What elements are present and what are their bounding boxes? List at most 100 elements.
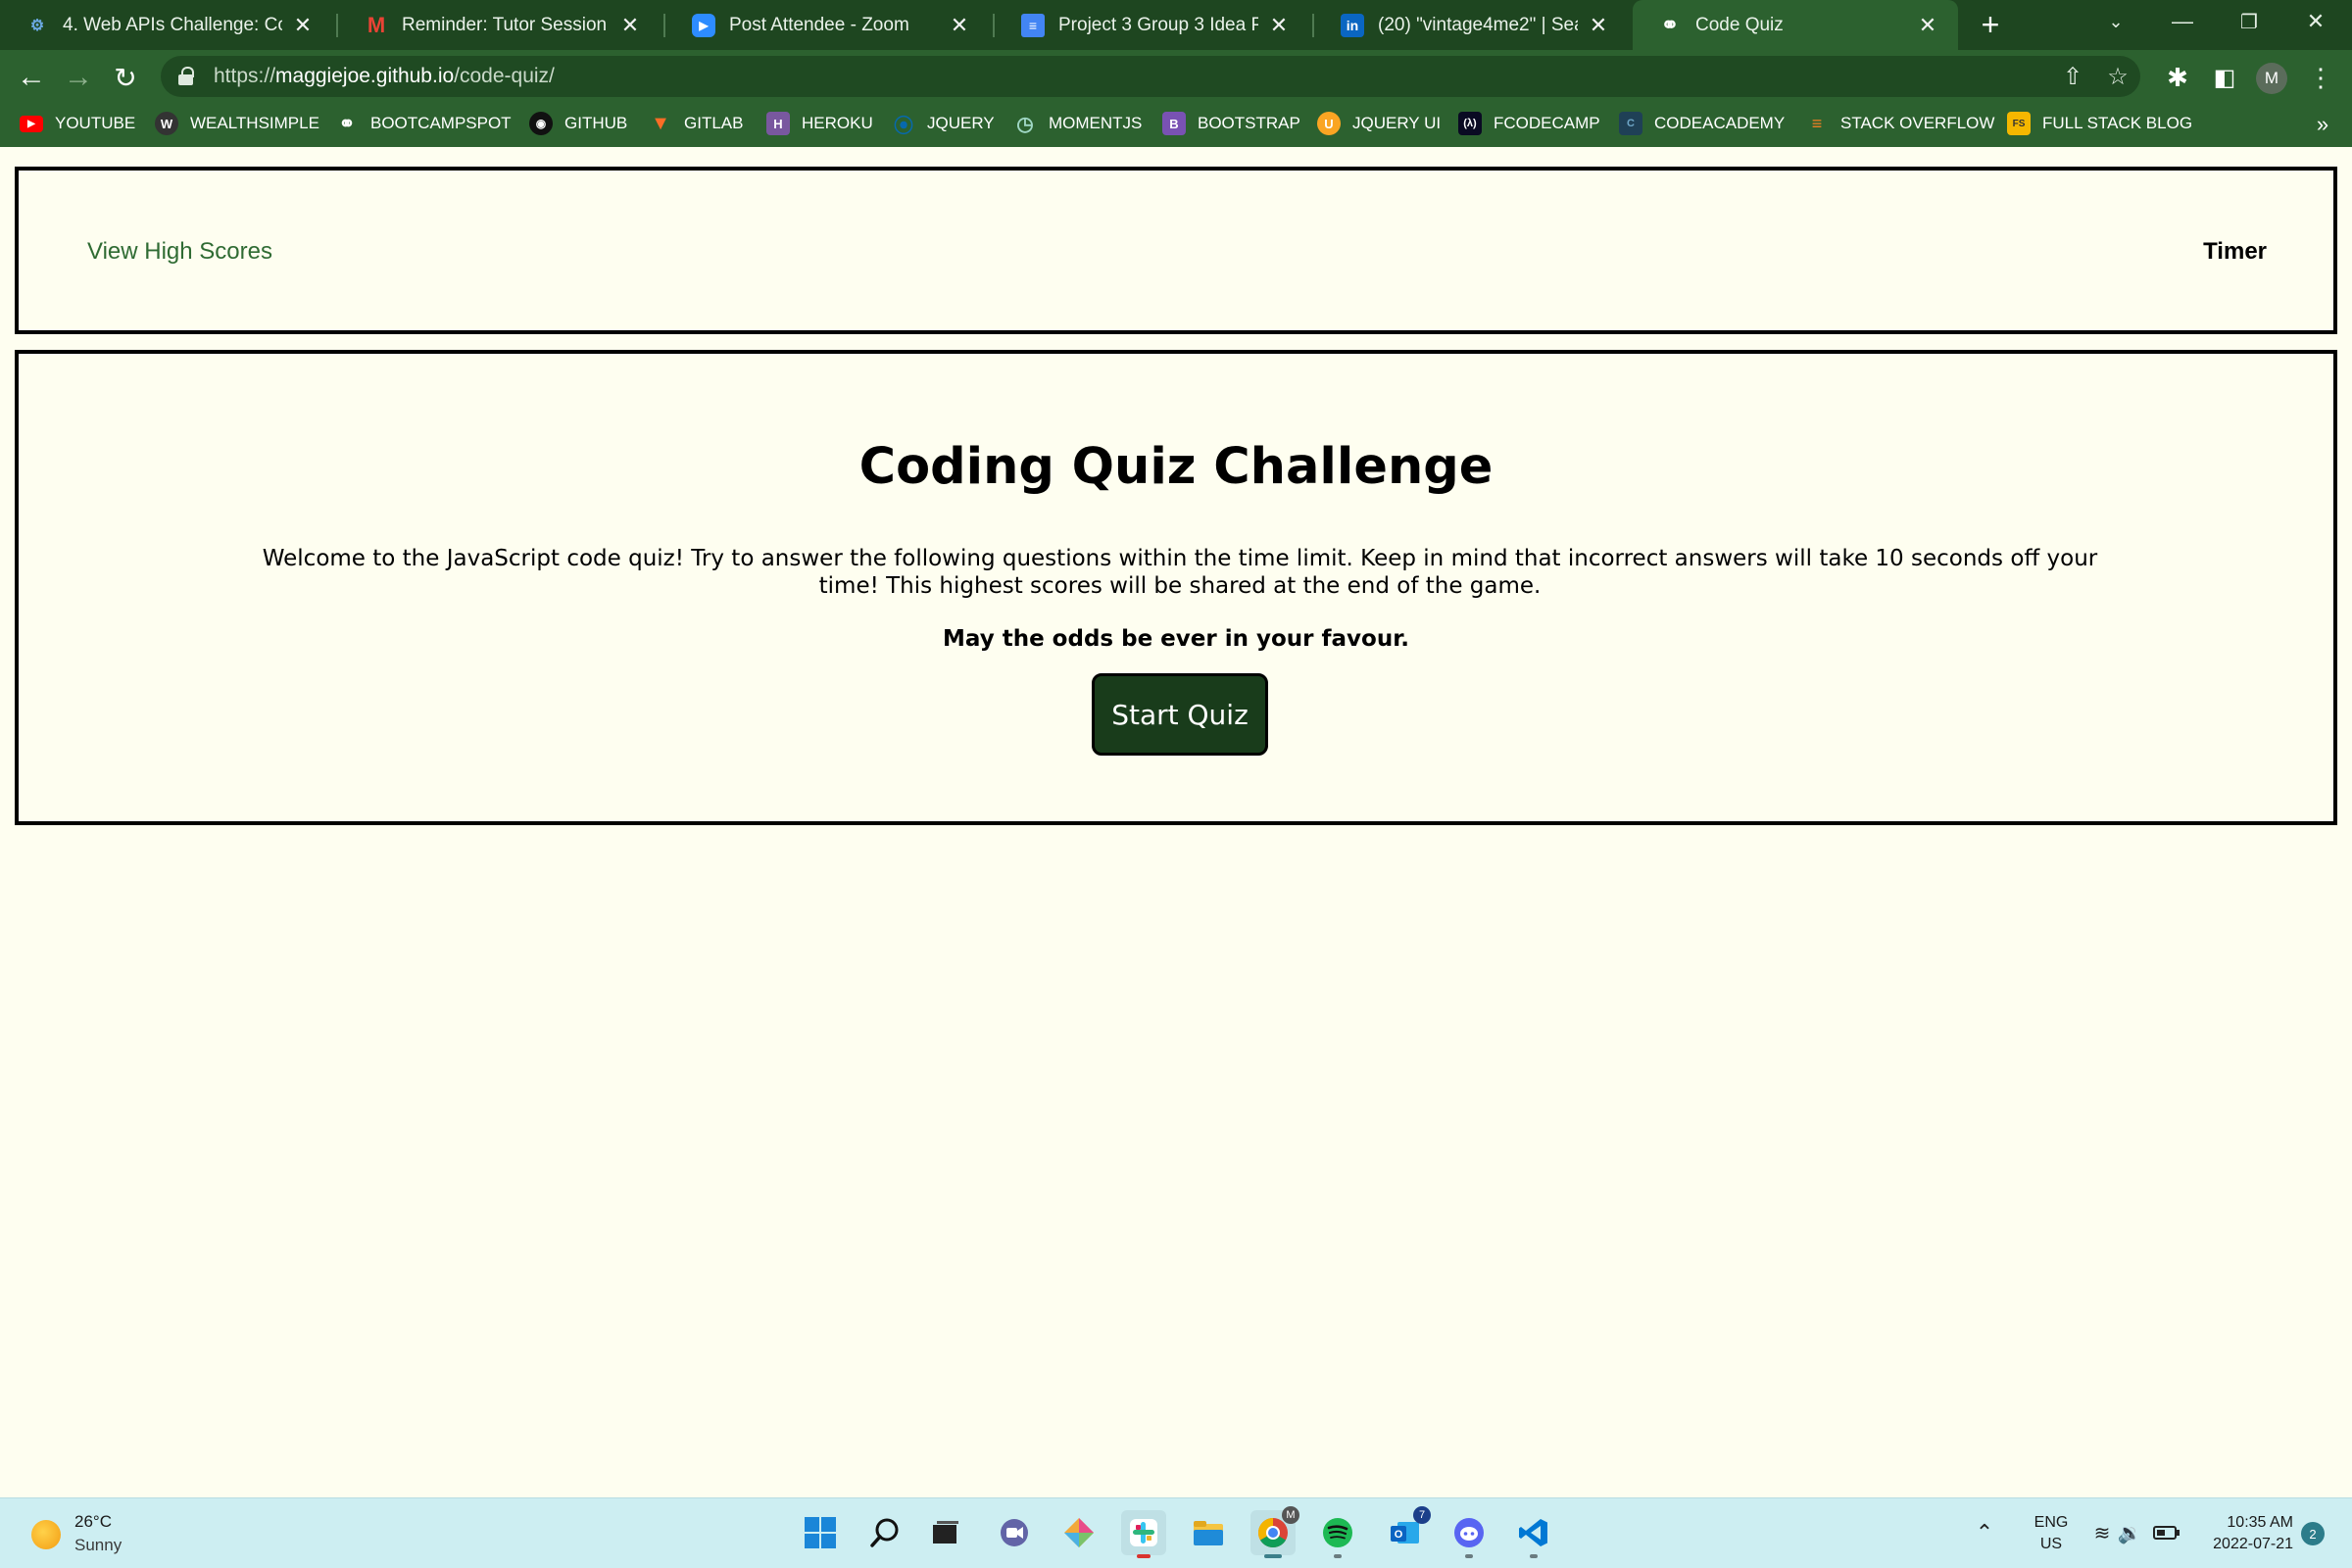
bookmark-youtube[interactable]: ▶ YOUTUBE [20, 104, 135, 143]
search-icon[interactable] [862, 1510, 907, 1555]
close-icon[interactable]: ✕ [947, 13, 972, 38]
spotify-icon[interactable] [1315, 1510, 1360, 1558]
url-host: maggiejoe.github.io [275, 65, 455, 87]
tab-title: (20) "vintage4me2" | Search | [1378, 14, 1578, 35]
quiz-intro-card: Coding Quiz Challenge Welcome to the Jav… [15, 350, 2337, 825]
close-icon[interactable]: ✕ [1915, 13, 1940, 38]
weather-condition[interactable]: Sunny [74, 1536, 122, 1555]
gmail-icon: M [367, 12, 386, 37]
tab-zoom[interactable]: ▶ Post Attendee - Zoom ✕ [666, 0, 990, 50]
side-panel-icon[interactable]: ◧ [2205, 58, 2244, 97]
url-text[interactable]: https://maggiejoe.github.io/code-quiz/ [214, 65, 555, 88]
running-indicator [1334, 1554, 1342, 1558]
bookmark-label: BOOTCAMPSPOT [370, 114, 512, 132]
close-icon[interactable]: ✕ [290, 13, 316, 38]
start-quiz-button[interactable]: Start Quiz [1092, 673, 1268, 756]
close-icon[interactable]: ✕ [1586, 13, 1611, 38]
teams-chat-icon[interactable] [992, 1510, 1037, 1555]
back-arrow-icon[interactable]: ← [12, 58, 51, 97]
view-high-scores-link[interactable]: View High Scores [87, 238, 272, 266]
bookmark-wealthsimple[interactable]: W WEALTHSIMPLE [155, 104, 319, 143]
bookmark-label: JQUERY UI [1352, 114, 1442, 132]
extensions-puzzle-icon[interactable]: ✱ [2158, 58, 2197, 97]
bookmark-label: CODEACADEMY [1654, 114, 1786, 132]
globe-icon: ⚭ [338, 113, 356, 135]
discord-icon[interactable] [1446, 1510, 1492, 1558]
bookmark-label: FULL STACK BLOG [2042, 114, 2193, 132]
bookmark-bootstrap[interactable]: B BOOTSTRAP [1162, 104, 1300, 143]
fullstack-icon: FS [2007, 112, 2031, 135]
show-hidden-icons-chevron-icon[interactable]: ⌃ [1962, 1510, 2007, 1555]
sun-weather-icon[interactable] [31, 1520, 61, 1549]
more-bookmarks-chevron-icon[interactable]: » [2308, 110, 2337, 139]
window-close-icon[interactable]: ✕ [2283, 0, 2348, 43]
github-icon: ◉ [529, 112, 553, 135]
youtube-icon: ▶ [20, 115, 43, 132]
system-clock[interactable]: 10:35 AM 2022-07-21 [2199, 1512, 2293, 1555]
browser-toolbar: ← → ↻ https://maggiejoe.github.io/code-q… [0, 50, 2352, 104]
restore-icon[interactable]: ❐ [2217, 0, 2281, 43]
outlook-unread-badge: 7 [1413, 1506, 1431, 1524]
quiz-title: Coding Quiz Challenge [858, 438, 1494, 496]
kebab-menu-icon[interactable]: ⋮ [2301, 58, 2340, 97]
bookmark-jquery[interactable]: ⦿ JQUERY [892, 104, 995, 143]
bootcamp-icon: ⚙ [29, 17, 45, 34]
bookmark-label: MOMENTJS [1049, 114, 1143, 132]
bookmark-github[interactable]: ◉ GITHUB [529, 104, 627, 143]
page-viewport: View High Scores Timer Coding Quiz Chall… [0, 147, 2352, 1497]
file-explorer-icon[interactable] [1186, 1510, 1231, 1555]
wealthsimple-icon: W [155, 112, 178, 135]
tab-linkedin-search[interactable]: in (20) "vintage4me2" | Search | ✕ [1315, 0, 1629, 50]
battery-icon[interactable] [2144, 1510, 2189, 1555]
bookmark-star-icon[interactable]: ☆ [2101, 60, 2134, 93]
bookmark-label: STACK OVERFLOW [1840, 114, 1995, 132]
tab-code-quiz[interactable]: ⚭ Code Quiz ✕ [1633, 0, 1958, 50]
app-diamond-icon[interactable] [1056, 1510, 1102, 1555]
tab-gmail-reminder[interactable]: M Reminder: Tutor Session with ✕ [339, 0, 661, 50]
bookmark-label: HEROKU [802, 114, 873, 132]
quiz-header: View High Scores Timer [15, 167, 2337, 334]
windows-start-icon[interactable] [798, 1510, 843, 1555]
language-code: ENG [2034, 1514, 2069, 1531]
bookmark-jquery-ui[interactable]: U JQUERY UI [1317, 104, 1441, 143]
bookmark-bootcampspot[interactable]: ⚭ BOOTCAMPSPOT [335, 104, 512, 143]
vscode-icon[interactable] [1511, 1510, 1556, 1558]
timer-label: Timer [2203, 238, 2267, 265]
minimize-icon[interactable]: — [2150, 0, 2215, 43]
svg-text:O: O [1395, 1529, 1403, 1541]
address-bar[interactable]: https://maggiejoe.github.io/code-quiz/ ⇧… [161, 56, 2140, 97]
notification-count-badge[interactable]: 2 [2301, 1522, 2325, 1545]
bookmark-stack-overflow[interactable]: ≡ STACK OVERFLOW [1805, 104, 1995, 143]
bookmark-codecademy[interactable]: C CODEACADEMY [1619, 104, 1785, 143]
slack-icon[interactable] [1121, 1510, 1166, 1558]
share-icon[interactable]: ⇧ [2056, 60, 2089, 93]
close-icon[interactable]: ✕ [617, 13, 643, 38]
active-indicator [1137, 1554, 1151, 1558]
quiz-motto: May the odds be ever in your favour. [943, 626, 1409, 652]
input-language-indicator[interactable]: ENG US [2025, 1512, 2078, 1555]
quiz-description: Welcome to the JavaScript code quiz! Try… [262, 546, 2098, 599]
task-view-icon[interactable] [923, 1510, 968, 1555]
lock-icon[interactable] [178, 67, 196, 86]
reload-icon[interactable]: ↻ [106, 58, 145, 97]
jquery-icon: ⦿ [894, 115, 913, 137]
bookmark-momentjs[interactable]: ◷ MOMENTJS [1013, 104, 1142, 143]
tab-search-chevron-icon[interactable]: ⌄ [2083, 0, 2148, 43]
tab-divider [1312, 14, 1314, 37]
close-icon[interactable]: ✕ [1266, 13, 1292, 38]
outlook-icon[interactable]: O 7 [1382, 1506, 1431, 1555]
bookmark-heroku[interactable]: H HEROKU [766, 104, 873, 143]
bookmark-freecodecamp[interactable]: (λ) FCODECAMP [1458, 104, 1600, 143]
bookmark-gitlab[interactable]: ▼ GITLAB [649, 104, 743, 143]
chrome-icon[interactable]: M [1250, 1506, 1299, 1558]
profile-avatar[interactable]: M [2256, 63, 2287, 94]
url-scheme: https:// [214, 65, 276, 87]
tab-divider [336, 14, 338, 37]
bookmark-full-stack-blog[interactable]: FS FULL STACK BLOG [2007, 104, 2192, 143]
weather-temperature[interactable]: 26°C [74, 1512, 112, 1532]
forward-arrow-icon[interactable]: → [59, 58, 98, 97]
tab-project-idea[interactable]: ≡ Project 3 Group 3 Idea Propo ✕ [996, 0, 1309, 50]
new-tab-plus-icon[interactable]: + [1972, 6, 2009, 43]
tab-web-apis-challenge[interactable]: ⚙ 4. Web APIs Challenge: Code ✕ [0, 0, 333, 50]
bookmark-label: WEALTHSIMPLE [190, 114, 319, 132]
